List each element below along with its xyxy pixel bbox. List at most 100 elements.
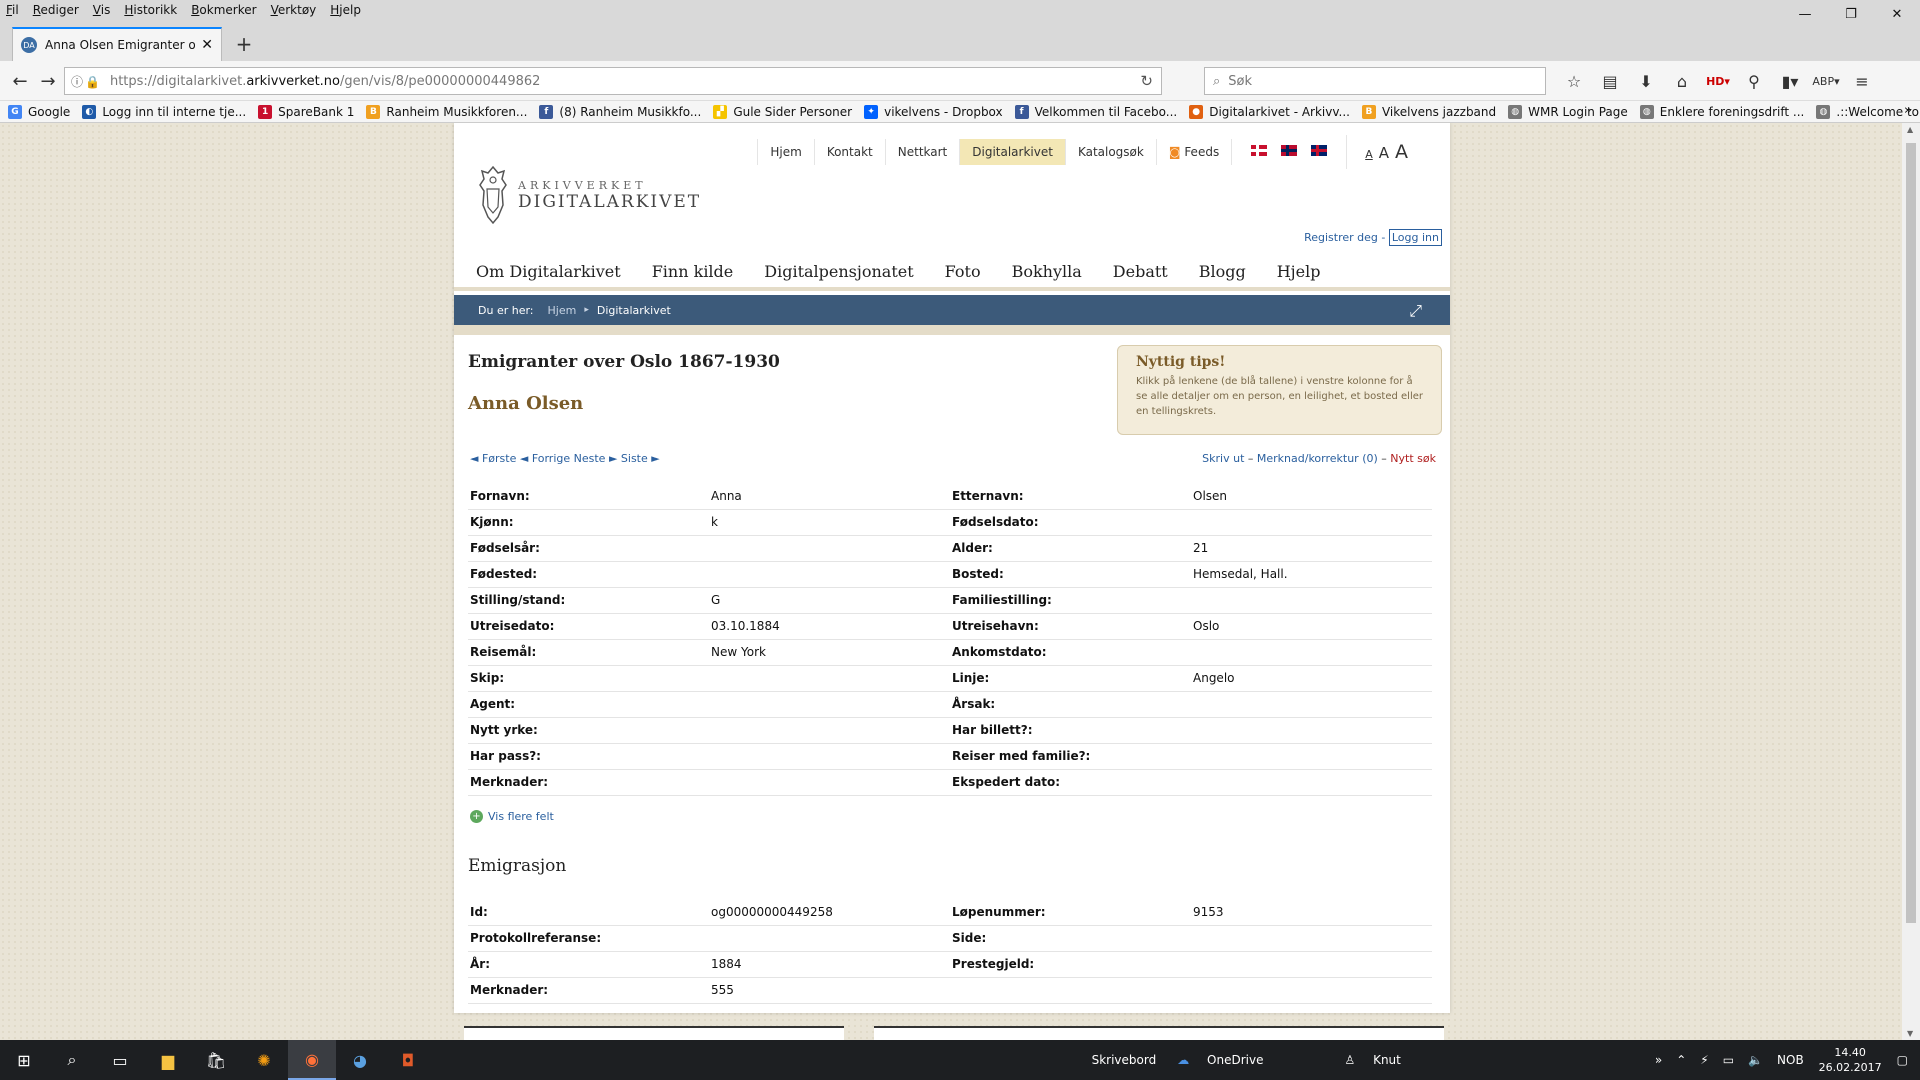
app-orange-icon[interactable]: ✺ [240,1040,288,1080]
scroll-thumb[interactable] [1906,143,1916,923]
main-menu-item[interactable]: Bokhylla [1012,262,1082,281]
url-bar[interactable]: ⓘ🔒 https://digitalarkivet. arkivverket.no… [64,67,1162,95]
store-icon[interactable]: 🛍 [192,1040,240,1080]
main-menu-item[interactable]: Debatt [1113,262,1168,281]
notifications-icon[interactable]: ▢ [1897,1053,1908,1067]
bookmark-item[interactable]: ◍ WMR Login Page [1508,104,1628,119]
desktop-toolbar[interactable]: Skrivebord [1092,1053,1157,1067]
user-toolbar[interactable]: ♙ Knut [1337,1053,1407,1067]
bookmark-item[interactable]: ● Digitalarkivet - Arkivv... [1189,104,1350,119]
app-blue-icon[interactable]: ◕ [336,1040,384,1080]
network-icon[interactable]: ⚡ [1700,1053,1708,1067]
language-indicator[interactable]: NOB [1777,1053,1804,1067]
pager-first[interactable]: ◄ Første [470,452,516,465]
tray-chevron-icon[interactable]: » [1655,1053,1662,1067]
clipboard-icon[interactable]: ▮▾ [1772,72,1808,91]
main-menu-item[interactable]: Hjelp [1277,262,1321,281]
topnav-item[interactable]: Katalogsøk [1064,139,1156,165]
topnav-item[interactable]: Hjem [757,139,813,165]
bookmark-item[interactable]: ◍ Enklere foreningsdrift ... [1639,104,1804,119]
main-menu-item[interactable]: Om Digitalarkivet [476,262,621,281]
forward-icon[interactable]: → [34,67,62,95]
breadcrumb-home[interactable]: Hjem [548,304,577,317]
norwegian-flag-icon[interactable] [1281,145,1298,156]
abp-icon[interactable]: ABP▾ [1808,75,1844,88]
onedrive-toolbar[interactable]: ☁ OneDrive [1170,1053,1270,1067]
scroll-up-icon[interactable]: ▲ [1907,125,1913,134]
new-search-link[interactable]: Nytt søk [1390,452,1436,465]
menu-item[interactable]: Verktøy [271,3,317,17]
field-label: Fødested: [468,561,709,588]
volume-icon[interactable]: 🔈 [1748,1053,1763,1067]
main-menu-item[interactable]: Foto [945,262,981,281]
search-input[interactable]: ⌕ Søk [1204,67,1546,95]
bookmark-item[interactable]: B Ranheim Musikkforen... [366,104,527,119]
correction-link[interactable]: Merknad/korrektur (0) [1257,452,1378,465]
hamburger-menu-icon[interactable]: ≡ [1844,72,1880,91]
bookmark-item[interactable]: ▞ Gule Sider Personer [713,104,852,119]
menu-item[interactable]: Rediger [33,3,79,17]
main-menu-item[interactable]: Finn kilde [652,262,734,281]
search-icon[interactable]: ⌕ [48,1040,96,1080]
pager-next[interactable]: Neste ► [574,452,618,465]
login-link[interactable]: Logg inn [1388,229,1442,246]
hd-extension-icon[interactable]: HD▾ [1700,75,1736,88]
register-link[interactable]: Registrer deg [1304,231,1378,244]
font-size-option[interactable]: A [1379,144,1389,162]
download-icon[interactable]: ⬇ [1628,72,1664,91]
menu-item[interactable]: Vis [93,3,111,17]
file-explorer-icon[interactable]: ▆ [144,1040,192,1080]
reload-icon[interactable]: ↻ [1140,72,1153,90]
site-info-lock-icon[interactable]: ⓘ🔒 [71,73,102,90]
more-fields-link[interactable]: + Vis flere felt [470,810,554,823]
font-size-option[interactable]: A [1365,148,1373,161]
tray-up-icon[interactable]: ⌃ [1676,1053,1686,1067]
app-red-icon[interactable]: ◘ [384,1040,432,1080]
bookmark-item[interactable]: ✦ vikelvens - Dropbox [864,104,1003,119]
display-icon[interactable]: ▭ [1723,1053,1734,1067]
bookmark-star-icon[interactable]: ☆ [1556,72,1592,91]
page-scrollbar[interactable]: ▲ ▼ [1902,123,1920,1040]
extension-icon[interactable]: ⚲ [1736,72,1772,91]
task-view-icon[interactable]: ▭ [96,1040,144,1080]
menu-item[interactable]: Hjelp [330,3,361,17]
bookmark-item[interactable]: f Velkommen til Facebo... [1014,104,1177,119]
danish-flag-icon[interactable] [1251,145,1268,156]
font-size-option[interactable]: A [1395,141,1408,163]
bookmark-item[interactable]: G Google [8,104,70,119]
bookmark-label: Logg inn til interne tje... [102,104,247,119]
bookmarks-overflow-icon[interactable]: » [1904,103,1912,118]
browser-tab[interactable]: DA Anna Olsen Emigranter ov... ✕ [12,27,222,61]
windows-start-icon[interactable]: ⊞ [0,1040,48,1080]
table-row: Nytt yrke: Har billett?: [468,717,1432,744]
tab-strip: DA Anna Olsen Emigranter ov... ✕ + [0,20,1920,61]
english-flag-icon[interactable] [1311,145,1328,156]
new-tab-icon[interactable]: + [232,32,256,56]
bookmark-item[interactable]: 1 SpareBank 1 [258,104,354,119]
main-menu-item[interactable]: Digitalpensjonatet [764,262,913,281]
reading-list-icon[interactable]: ▤ [1592,72,1628,91]
pager-last[interactable]: Siste ► [621,452,660,465]
expand-icon[interactable]: ⤢ [1409,301,1422,321]
site-logo[interactable]: ARKIVVERKET DIGITALARKIVET [476,165,701,225]
menu-item[interactable]: Historikk [124,3,177,17]
topnav-item[interactable]: Kontakt [813,139,885,165]
back-icon[interactable]: ← [6,67,34,95]
bookmark-item[interactable]: B Vikelvens jazzband [1361,104,1496,119]
clock[interactable]: 14.40 26.02.2017 [1819,1045,1882,1075]
topnav-item[interactable]: Digitalarkivet [959,139,1065,165]
firefox-icon[interactable]: ◉ [288,1040,336,1080]
main-menu-item[interactable]: Blogg [1199,262,1246,281]
bookmark-item[interactable]: f (8) Ranheim Musikkfo... [539,104,701,119]
bookmark-item[interactable]: ◐ Logg inn til interne tje... [82,104,247,119]
print-link[interactable]: Skriv ut [1202,452,1244,465]
home-icon[interactable]: ⌂ [1664,72,1700,91]
menu-item[interactable]: Fil [6,3,19,17]
tab-close-icon[interactable]: ✕ [201,37,213,53]
topnav-item[interactable]: ◙ Feeds [1155,139,1231,165]
bottom-box-left [464,1026,844,1040]
pager-prev[interactable]: ◄ Forrige [520,452,570,465]
scroll-down-icon[interactable]: ▼ [1907,1029,1913,1038]
topnav-item[interactable]: Nettkart [884,139,960,165]
menu-item[interactable]: Bokmerker [191,3,256,17]
